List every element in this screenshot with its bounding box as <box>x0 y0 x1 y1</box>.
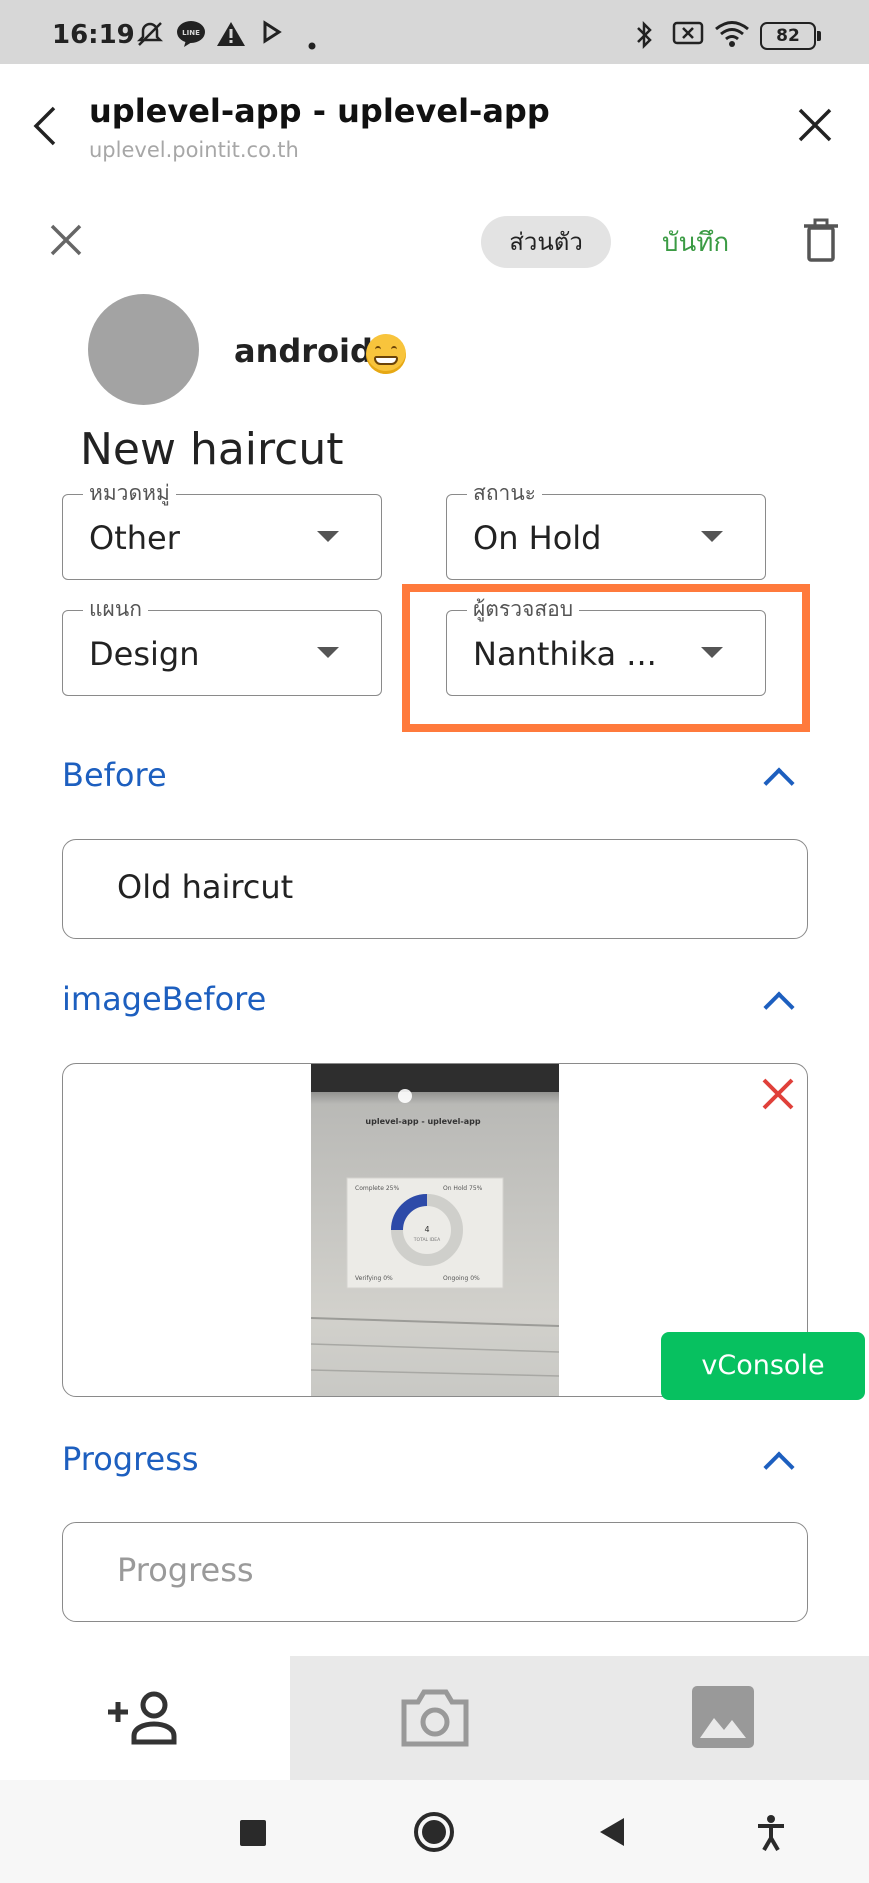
trash-icon[interactable] <box>803 218 839 266</box>
recents-icon[interactable] <box>240 1820 266 1850</box>
before-value: Old haircut <box>117 868 294 906</box>
media-tab-bar <box>290 1656 869 1780</box>
accessibility-icon[interactable] <box>756 1814 786 1856</box>
wifi-icon <box>714 20 750 52</box>
gallery-icon[interactable] <box>692 1686 754 1752</box>
mute-icon <box>136 20 164 52</box>
battery-indicator: 82 <box>760 22 821 50</box>
vconsole-button[interactable]: vConsole <box>661 1332 865 1400</box>
bluetooth-icon <box>634 20 654 54</box>
status-label: สถานะ <box>467 480 542 506</box>
discard-close-icon[interactable] <box>48 222 84 262</box>
chevron-up-icon[interactable] <box>763 767 795 799</box>
back-nav-icon[interactable] <box>598 1816 626 1852</box>
photo-legend-verifying: Verifying 0% <box>355 1275 393 1282</box>
category-value: Other <box>89 519 180 557</box>
status-value: On Hold <box>473 519 602 557</box>
chevron-up-icon[interactable] <box>763 1451 795 1483</box>
system-nav-bar <box>0 1780 869 1883</box>
line-app-icon: LINE <box>176 20 206 52</box>
before-textarea[interactable]: Old haircut <box>62 839 808 939</box>
avatar <box>88 294 199 405</box>
highlight-box <box>402 584 810 732</box>
status-time: 16:19 <box>52 20 135 50</box>
app-header: uplevel-app - uplevel-app uplevel.pointi… <box>0 64 869 182</box>
no-sim-icon <box>672 20 704 50</box>
status-bar: 16:19 LINE 82 <box>0 0 869 64</box>
dropdown-caret-icon <box>317 531 339 542</box>
progress-textarea[interactable]: Progress <box>62 1522 808 1622</box>
category-select[interactable]: หมวดหมู่ Other <box>62 480 382 580</box>
visibility-toggle-button[interactable]: ส่วนตัว <box>481 216 611 268</box>
photo-center-label: TOTAL IDEA <box>413 1237 441 1243</box>
svg-text:LINE: LINE <box>182 29 200 37</box>
play-store-icon <box>262 20 282 48</box>
chevron-up-icon[interactable] <box>763 991 795 1023</box>
section-title-image-before[interactable]: imageBefore <box>62 980 266 1018</box>
add-person-icon[interactable] <box>108 1690 184 1750</box>
section-title-progress[interactable]: Progress <box>62 1440 199 1478</box>
camera-icon[interactable] <box>400 1686 470 1752</box>
add-person-tab[interactable] <box>0 1656 290 1780</box>
photo-legend-onhold: On Hold 75% <box>443 1185 483 1192</box>
progress-placeholder: Progress <box>117 1551 254 1589</box>
department-label: แผนก <box>83 596 148 622</box>
dot-icon <box>308 30 316 54</box>
user-name: android <box>234 332 373 370</box>
warning-icon <box>216 20 246 52</box>
save-button[interactable]: บันทึก <box>662 222 729 263</box>
dropdown-caret-icon <box>701 531 723 542</box>
department-select[interactable]: แผนก Design <box>62 596 382 696</box>
home-icon[interactable] <box>412 1810 456 1858</box>
remove-image-icon[interactable] <box>760 1076 796 1120</box>
app-url: uplevel.pointit.co.th <box>89 138 299 162</box>
department-value: Design <box>89 635 200 673</box>
dropdown-caret-icon <box>317 647 339 658</box>
uploaded-photo[interactable]: uplevel-app - uplevel-app Complete 25% O… <box>310 1064 560 1396</box>
close-icon[interactable] <box>796 106 834 148</box>
category-label: หมวดหมู่ <box>83 480 176 506</box>
section-title-before[interactable]: Before <box>62 756 167 794</box>
photo-center-value: 4 <box>424 1225 429 1234</box>
status-select[interactable]: สถานะ On Hold <box>446 480 766 580</box>
idea-title[interactable]: New haircut <box>80 424 343 475</box>
grinning-emoji-icon <box>366 334 406 374</box>
photo-legend-complete: Complete 25% <box>355 1185 399 1192</box>
back-arrow-icon[interactable] <box>30 104 60 152</box>
app-title: uplevel-app - uplevel-app <box>89 92 550 130</box>
photo-title: uplevel-app - uplevel-app <box>365 1117 480 1126</box>
photo-legend-ongoing: Ongoing 0% <box>443 1275 480 1282</box>
